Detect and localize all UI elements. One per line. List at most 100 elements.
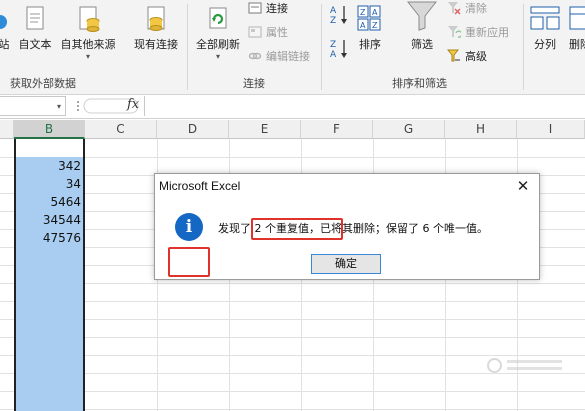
row-line — [0, 301, 585, 302]
column-header-e[interactable]: E — [229, 120, 301, 139]
remove-duplicates-button[interactable]: 删除重复项 — [569, 4, 585, 52]
dialog-title-bar[interactable]: Microsoft Excel ✕ — [155, 174, 539, 199]
group-label-get-external-data: 获取外部数据 — [10, 77, 76, 90]
text-to-columns-button[interactable]: 分列 — [530, 4, 560, 52]
column-header-stub[interactable] — [0, 120, 14, 139]
sort-ascending-button[interactable]: A Z — [329, 2, 349, 29]
watermark-text-shape — [507, 360, 562, 370]
existing-connections-label: 现有连接 — [134, 38, 178, 51]
properties-icon — [248, 26, 262, 38]
row-line — [0, 157, 585, 158]
column-header-b[interactable]: B — [14, 120, 85, 139]
sort-descending-icon: Z A — [330, 40, 347, 60]
svg-text:Z: Z — [330, 16, 336, 26]
reapply-label: 重新应用 — [465, 26, 509, 39]
ok-button[interactable]: 确定 — [311, 254, 381, 274]
filter-funnel-icon — [406, 1, 438, 31]
refresh-all-label: 全部刷新 — [196, 38, 240, 51]
reapply-icon — [448, 26, 461, 38]
web-icon — [0, 15, 7, 29]
formula-bar: ▾ fx — [0, 95, 585, 119]
column-header-g[interactable]: G — [373, 120, 445, 139]
other-sources-label: 自其他来源 — [60, 38, 116, 51]
refresh-all-button[interactable]: 全部刷新 ▾ — [192, 6, 244, 61]
svg-text:A: A — [330, 50, 337, 60]
connections-button[interactable]: 连接 — [248, 0, 288, 16]
sort-ascending-icon: A Z — [330, 6, 347, 26]
chevron-down-icon[interactable]: ▾ — [57, 102, 61, 111]
remove-duplicates-icon — [569, 6, 585, 30]
edit-links-label: 编辑链接 — [266, 50, 310, 63]
from-text-button[interactable]: 自文本 — [16, 6, 54, 52]
svg-text:Z: Z — [360, 8, 366, 17]
properties-button[interactable]: 属性 — [248, 24, 288, 40]
connections-label: 连接 — [266, 2, 288, 15]
column-header-i[interactable]: I — [517, 120, 585, 139]
group-label-sort-filter: 排序和筛选 — [392, 77, 447, 90]
existing-connections-button[interactable]: 现有连接 — [129, 6, 183, 52]
svg-text:Z: Z — [372, 21, 378, 30]
text-to-columns-label: 分列 — [534, 38, 556, 51]
close-icon[interactable]: ✕ — [507, 174, 539, 199]
sort-descending-button[interactable]: Z A — [329, 36, 349, 63]
text-to-columns-icon — [530, 6, 560, 30]
from-text-label: 自文本 — [18, 38, 52, 51]
annotation-highlight-box — [168, 247, 210, 277]
sort-button[interactable]: Z A A Z 排序 — [356, 4, 384, 52]
filter-button[interactable]: 筛选 — [400, 0, 444, 52]
ribbon: 站 自文本 自其他来源 ▾ 现有连接 获取外部数据 全部刷新 ▾ 连接 属性 编… — [0, 0, 585, 95]
other-sources-button[interactable]: 自其他来源 ▾ — [57, 6, 119, 61]
row-line — [0, 337, 585, 338]
filter-label: 筛选 — [411, 38, 433, 51]
row-line — [0, 391, 585, 392]
edit-links-button[interactable]: 编辑链接 — [248, 48, 310, 64]
link-icon — [248, 52, 262, 60]
active-cell[interactable] — [16, 139, 83, 157]
advanced-filter-button[interactable]: 高级 — [447, 48, 487, 64]
dialog-body: i 发现了 2 个重复值，已将其删除；保留了 6 个唯一值。 确定 — [155, 199, 539, 279]
selected-column-b[interactable]: 342 34 5464 34544 47576 — [14, 139, 85, 411]
chevron-down-icon: ▾ — [85, 52, 90, 61]
advanced-filter-label: 高级 — [465, 50, 487, 63]
connections-icon — [248, 2, 262, 14]
group-separator — [523, 4, 524, 90]
svg-text:Z: Z — [330, 40, 336, 50]
clear-filter-button[interactable]: 清除 — [447, 0, 487, 16]
cell-value[interactable]: 47576 — [43, 231, 81, 245]
cell-value[interactable]: 342 — [58, 159, 81, 173]
column-header-d[interactable]: D — [157, 120, 229, 139]
cell-value[interactable]: 34 — [66, 177, 81, 191]
row-line — [0, 409, 585, 410]
chevron-down-icon: ▾ — [215, 52, 220, 61]
sort-dialog-icon: Z A A Z — [357, 5, 381, 31]
name-box[interactable]: ▾ — [0, 96, 66, 116]
insert-function-icon[interactable]: fx — [127, 97, 139, 112]
row-line — [0, 319, 585, 320]
formula-input[interactable] — [144, 96, 585, 116]
cell-value[interactable]: 5464 — [50, 195, 81, 209]
other-sources-icon — [79, 6, 100, 32]
watermark-logo — [487, 356, 567, 376]
advanced-filter-icon — [447, 49, 460, 62]
remove-duplicates-label: 删除重复项 — [569, 38, 585, 51]
column-header-h[interactable]: H — [445, 120, 517, 139]
clear-filter-icon — [448, 2, 461, 15]
refresh-icon — [209, 7, 227, 29]
info-icon: i — [175, 213, 203, 241]
clear-filter-label: 清除 — [465, 2, 487, 15]
existing-connections-icon — [147, 6, 165, 31]
group-separator — [187, 4, 188, 90]
dialog-title: Microsoft Excel — [159, 179, 241, 193]
cell-value[interactable]: 34544 — [43, 213, 81, 227]
reapply-button[interactable]: 重新应用 — [447, 24, 509, 40]
from-web-button[interactable]: 站 — [0, 6, 14, 52]
row-line — [0, 283, 585, 284]
properties-label: 属性 — [266, 26, 288, 39]
svg-text:A: A — [360, 21, 366, 30]
svg-text:A: A — [330, 6, 337, 16]
sort-label: 排序 — [359, 38, 381, 51]
annotation-highlight-box — [251, 218, 343, 240]
column-header-c[interactable]: C — [85, 120, 157, 139]
svg-text:A: A — [372, 8, 378, 17]
column-header-f[interactable]: F — [301, 120, 373, 139]
